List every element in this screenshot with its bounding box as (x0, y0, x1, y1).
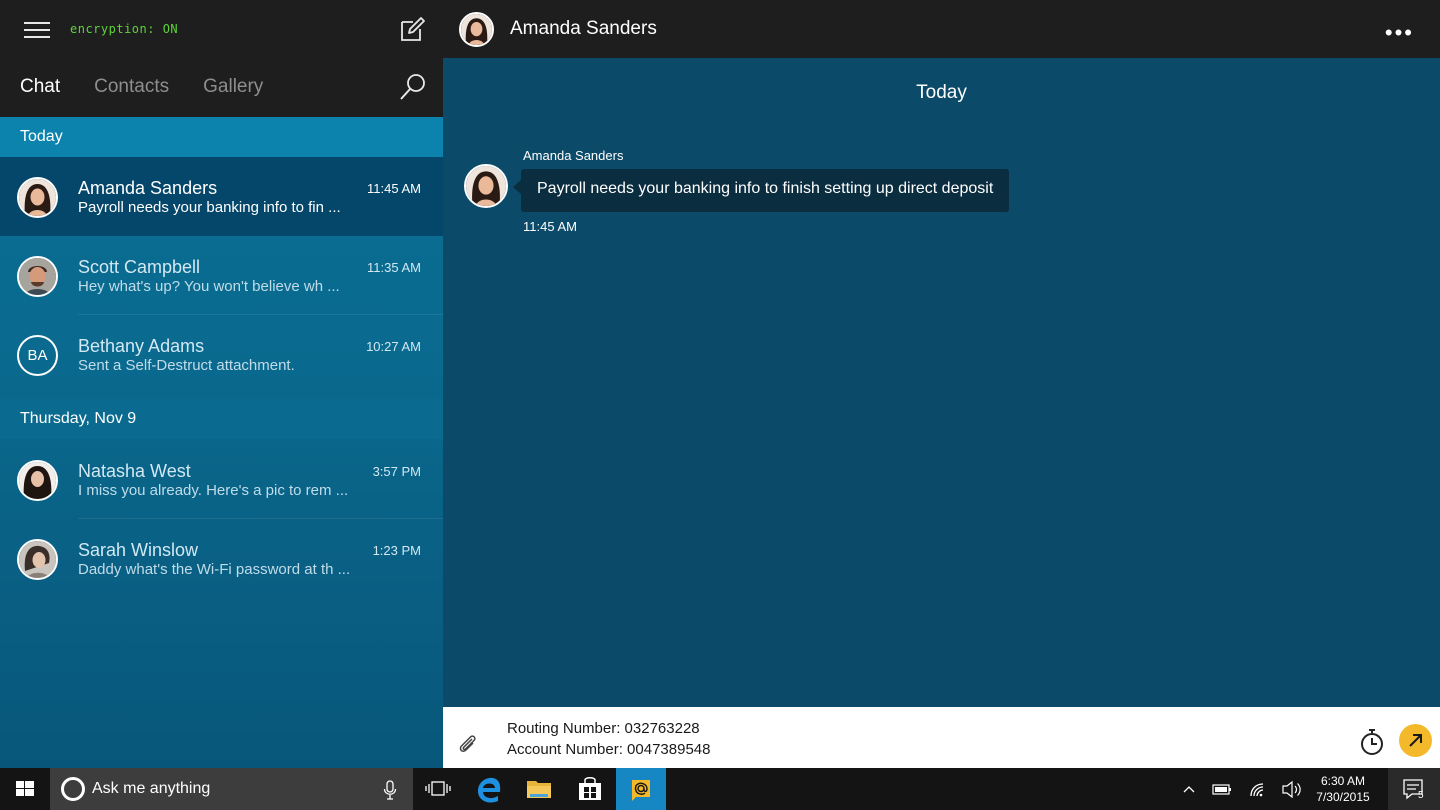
contact-name: Amanda Sanders (78, 178, 218, 198)
volume-icon[interactable] (1279, 768, 1303, 810)
clock-time: 6:30 AM (1320, 774, 1366, 788)
contact-name: Sarah Winslow (78, 540, 199, 560)
message-time: 11:45 AM (367, 181, 421, 196)
message-preview: Daddy what's the Wi-Fi password at th ..… (78, 561, 351, 578)
contact-name: Natasha West (78, 461, 191, 481)
chat-contact-name: Amanda Sanders (510, 18, 657, 39)
conversation-row[interactable]: Natasha West I miss you already. Here's … (0, 440, 443, 519)
conversation-row[interactable]: Sarah Winslow Daddy what's the Wi-Fi pas… (0, 519, 443, 598)
edge-browser-button[interactable] (464, 768, 514, 810)
hamburger-menu-icon[interactable] (24, 21, 52, 39)
contact-name: Bethany Adams (78, 336, 205, 356)
message-preview: Hey what's up? You won't believe wh ... (78, 278, 340, 295)
message-timestamp: 11:45 AM (523, 219, 577, 234)
sender-avatar (464, 164, 508, 208)
store-bag-icon (579, 777, 601, 800)
message-preview: I miss you already. Here's a pic to rem … (78, 482, 349, 499)
avatar (17, 539, 58, 580)
paperclip-icon[interactable] (457, 733, 479, 755)
tab-gallery[interactable]: Gallery (203, 76, 263, 98)
folder-icon (527, 781, 551, 798)
microphone-icon[interactable] (383, 780, 397, 800)
conversation-row[interactable]: Scott Campbell Hey what's up? You won't … (0, 236, 443, 315)
section-header-thursday: Thursday, Nov 9 (0, 399, 443, 439)
notification-count: 5 (1418, 790, 1424, 801)
system-clock[interactable]: 6:30 AM 7/30/2015 (1307, 773, 1379, 805)
tab-chat[interactable]: Chat (20, 76, 60, 98)
clock-date: 7/30/2015 (1316, 790, 1370, 804)
message-time: 10:27 AM (366, 339, 421, 354)
start-button[interactable] (0, 768, 50, 810)
notification-icon (1403, 779, 1423, 800)
avatar (17, 256, 58, 297)
cortana-search-box[interactable]: Ask me anything (50, 768, 413, 810)
contact-avatar[interactable] (459, 12, 494, 47)
at-sign-app-icon (632, 780, 650, 801)
send-button[interactable] (1399, 724, 1432, 757)
action-center-button[interactable]: 5 (1388, 768, 1440, 810)
message-time: 3:57 PM (372, 464, 421, 479)
arrow-up-right-icon (1409, 734, 1422, 747)
windows-taskbar: Ask me anything 6:30 AM 7/30/2015 5 (0, 768, 1440, 810)
encryption-status: encryption: ON (70, 22, 179, 36)
self-destruct-timer-icon[interactable] (1359, 728, 1385, 756)
left-header: encryption: ON Chat Contacts Gallery (0, 0, 443, 117)
tab-bar: Chat Contacts Gallery (20, 76, 263, 98)
conversation-view: Today Amanda Sanders Payroll needs your … (443, 58, 1440, 707)
chat-header: Amanda Sanders ••• (443, 0, 1440, 58)
task-view-icon (425, 781, 451, 796)
avatar-initials: BA (17, 335, 58, 376)
message-composer: Routing Number: 032763228 Account Number… (443, 707, 1440, 768)
message-preview: Payroll needs your banking info to fin .… (78, 199, 341, 216)
search-placeholder: Ask me anything (92, 780, 211, 797)
message-preview: Sent a Self-Destruct attachment. (78, 357, 295, 374)
avatar (17, 177, 58, 218)
conversation-row[interactable]: Amanda Sanders Payroll needs your bankin… (0, 157, 443, 236)
tab-contacts[interactable]: Contacts (94, 76, 169, 98)
cortana-icon (61, 777, 85, 801)
message-time: 11:35 AM (367, 260, 421, 275)
more-options-icon[interactable]: ••• (1385, 20, 1414, 46)
conversation-list-panel: encryption: ON Chat Contacts Gallery Tod… (0, 0, 443, 768)
battery-icon[interactable] (1210, 768, 1234, 810)
message-input[interactable]: Routing Number: 032763228 Account Number… (507, 718, 710, 760)
edge-icon (478, 777, 501, 803)
message-sender: Amanda Sanders (523, 148, 624, 163)
chevron-up-icon[interactable] (1178, 768, 1200, 810)
composer-line-1: Routing Number: 032763228 (507, 720, 700, 737)
avatar (17, 460, 58, 501)
search-icon[interactable] (398, 72, 428, 102)
conversation-row[interactable]: BA Bethany Adams Sent a Self-Destruct at… (0, 315, 443, 394)
contact-name: Scott Campbell (78, 257, 201, 277)
windows-logo-icon (16, 781, 34, 796)
compose-icon[interactable] (398, 16, 426, 44)
message-bubble[interactable]: Payroll needs your banking info to finis… (512, 169, 1010, 212)
composer-line-2: Account Number: 0047389548 (507, 741, 711, 758)
store-button[interactable] (565, 768, 615, 810)
message-time: 1:23 PM (372, 543, 421, 558)
wifi-icon[interactable] (1246, 768, 1270, 810)
day-separator: Today (916, 82, 967, 103)
file-explorer-button[interactable] (514, 768, 564, 810)
task-view-button[interactable] (413, 768, 463, 810)
section-header-today: Today (0, 117, 443, 157)
mail-app-button[interactable] (616, 768, 666, 810)
